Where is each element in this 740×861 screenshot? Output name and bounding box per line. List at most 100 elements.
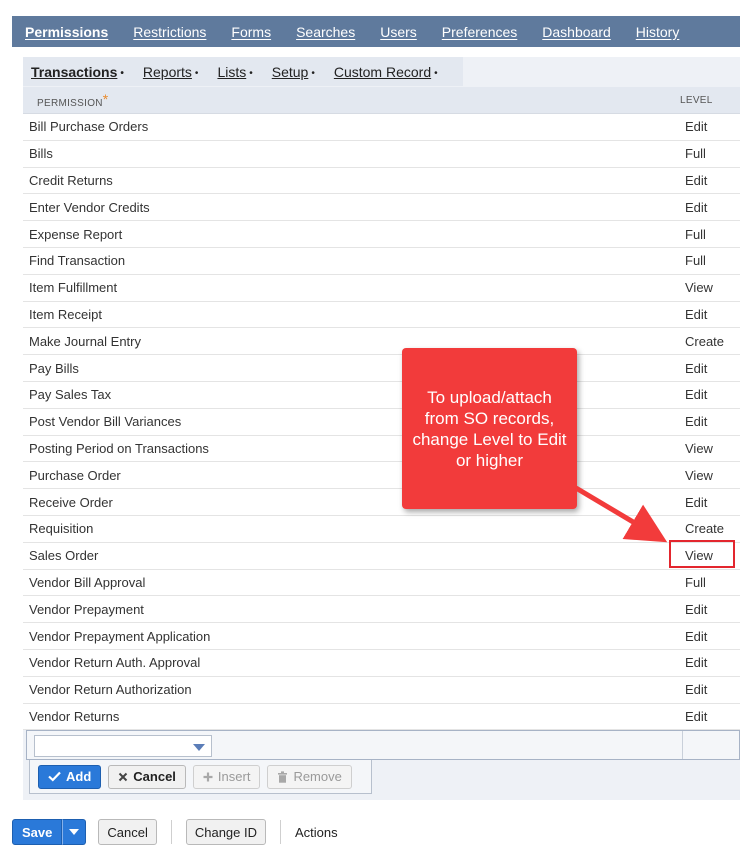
permission-cell: Enter Vendor Credits xyxy=(29,199,150,215)
table-row[interactable]: Item Receipt Edit xyxy=(23,301,740,329)
chevron-down-icon xyxy=(69,829,80,835)
cancel-row-button[interactable]: Cancel xyxy=(108,764,186,789)
form-button-bar: Save Cancel Change ID Actions xyxy=(12,818,338,846)
row-action-bar: Add Cancel Insert Remove xyxy=(29,760,372,794)
level-cell[interactable]: Full xyxy=(685,146,740,161)
remove-button[interactable]: Remove xyxy=(267,764,352,789)
level-cell[interactable]: Edit xyxy=(685,119,740,134)
change-id-button[interactable]: Change ID xyxy=(185,819,266,845)
bullet-icon: • xyxy=(311,67,315,79)
permission-cell: Vendor Prepayment Application xyxy=(29,628,211,644)
annotation-callout: To upload/attach from SO records, change… xyxy=(402,348,577,509)
column-header-level[interactable]: LEVEL xyxy=(680,95,740,106)
table-row[interactable]: Requisition Create xyxy=(23,515,740,543)
permission-cell: Pay Bills xyxy=(29,360,79,376)
permission-cell: Item Receipt xyxy=(29,306,102,322)
actions-menu[interactable]: Actions xyxy=(295,825,338,840)
level-cell[interactable]: View xyxy=(685,280,740,295)
tab-permissions[interactable]: Permissions xyxy=(25,24,108,40)
permissions-table: PERMISSION* LEVEL Bill Purchase Orders Ed… xyxy=(23,87,740,731)
level-cell[interactable]: Edit xyxy=(685,682,740,697)
save-button[interactable]: Save xyxy=(12,819,63,845)
table-row[interactable]: Vendor Prepayment Application Edit xyxy=(23,623,740,650)
level-cell[interactable]: Full xyxy=(685,253,740,268)
level-cell[interactable]: Full xyxy=(685,227,740,242)
subtab-transactions[interactable]: Transactions • xyxy=(31,64,124,80)
tab-users[interactable]: Users xyxy=(380,24,417,40)
level-cell[interactable]: Edit xyxy=(685,200,740,215)
table-row[interactable]: Enter Vendor Credits Edit xyxy=(23,194,740,222)
tab-searches[interactable]: Searches xyxy=(296,24,355,40)
permission-cell: Vendor Return Auth. Approval xyxy=(29,655,201,671)
level-cell[interactable]: Edit xyxy=(685,307,740,322)
level-cell[interactable]: Edit xyxy=(685,655,740,670)
level-cell[interactable]: Edit xyxy=(685,602,740,617)
level-cell[interactable]: Create xyxy=(685,521,740,536)
level-cell-divider xyxy=(682,731,683,759)
permission-cell: Bill Purchase Orders xyxy=(29,119,149,135)
table-row[interactable]: Post Vendor Bill Variances Edit xyxy=(23,408,740,436)
tab-history[interactable]: History xyxy=(636,24,680,40)
chevron-down-icon[interactable] xyxy=(193,744,205,751)
highlight-box xyxy=(669,540,735,568)
permission-cell: Post Vendor Bill Variances xyxy=(29,414,182,430)
table-row[interactable]: Sales Order View xyxy=(23,542,740,570)
permission-select[interactable] xyxy=(34,735,212,757)
tab-dashboard[interactable]: Dashboard xyxy=(542,24,611,40)
table-body: Bill Purchase Orders Edit Bills Full Credit … xyxy=(23,114,740,731)
subtab-lists[interactable]: Lists • xyxy=(217,64,252,80)
table-row[interactable]: Credit Returns Edit xyxy=(23,167,740,195)
add-button[interactable]: Add xyxy=(38,764,102,789)
table-row[interactable]: Purchase Order View xyxy=(23,462,740,490)
permission-cell: Receive Order xyxy=(29,494,113,510)
table-row[interactable]: Vendor Return Auth. Approval Edit xyxy=(23,649,740,677)
permission-cell: Vendor Prepayment xyxy=(29,601,144,617)
insert-button[interactable]: Insert xyxy=(192,764,261,789)
bullet-icon: • xyxy=(120,67,124,79)
table-row[interactable]: Vendor Return Authorization Edit xyxy=(23,676,740,704)
column-header-permission[interactable]: PERMISSION* xyxy=(23,91,680,109)
permission-cell: Posting Period on Transactions xyxy=(29,440,209,456)
table-row[interactable]: Bills Full xyxy=(23,140,740,168)
table-row[interactable]: Expense Report Full xyxy=(23,221,740,248)
level-cell[interactable]: Full xyxy=(685,575,740,590)
save-button-group: Save xyxy=(12,819,87,845)
table-row[interactable]: Vendor Prepayment Edit xyxy=(23,596,740,624)
trash-icon xyxy=(278,770,288,783)
divider xyxy=(280,820,281,844)
level-cell[interactable]: Edit xyxy=(685,173,740,188)
tab-restrictions[interactable]: Restrictions xyxy=(133,24,206,40)
permission-cell: Make Journal Entry xyxy=(29,333,141,349)
save-dropdown-button[interactable] xyxy=(62,819,87,845)
level-cell[interactable]: View xyxy=(685,468,740,483)
tab-forms[interactable]: Forms xyxy=(231,24,271,40)
level-cell[interactable]: Edit xyxy=(685,387,740,402)
subtab-custom-record[interactable]: Custom Record • xyxy=(334,64,438,80)
table-row[interactable]: Vendor Returns Edit xyxy=(23,703,740,731)
level-cell[interactable]: Edit xyxy=(685,495,740,510)
level-cell[interactable]: View xyxy=(685,441,740,456)
level-cell[interactable]: Create xyxy=(685,334,740,349)
table-row[interactable]: Find Transaction Full xyxy=(23,247,740,275)
level-cell[interactable]: Edit xyxy=(685,414,740,429)
subtab-reports[interactable]: Reports • xyxy=(143,64,199,80)
level-cell[interactable]: Edit xyxy=(685,361,740,376)
subtab-setup[interactable]: Setup • xyxy=(272,64,315,80)
table-row[interactable]: Posting Period on Transactions View xyxy=(23,435,740,463)
table-row[interactable]: Make Journal Entry Create xyxy=(23,328,740,356)
subtab-bar: Transactions • Reports • Lists • Setup • Custom … xyxy=(23,57,463,86)
permission-cell: Expense Report xyxy=(29,226,123,242)
table-row[interactable]: Item Fulfillment View xyxy=(23,274,740,302)
level-cell[interactable]: Edit xyxy=(685,709,740,724)
table-row[interactable]: Receive Order Edit xyxy=(23,489,740,516)
table-row[interactable]: Pay Sales Tax Edit xyxy=(23,381,740,409)
table-row[interactable]: Bill Purchase Orders Edit xyxy=(23,114,740,141)
table-row[interactable]: Pay Bills Edit xyxy=(23,355,740,382)
top-tab-bar: Permissions Restrictions Forms Searches User… xyxy=(12,16,740,47)
tab-preferences[interactable]: Preferences xyxy=(442,24,517,40)
permission-cell: Find Transaction xyxy=(29,253,126,269)
permission-cell: Vendor Return Authorization xyxy=(29,682,192,698)
table-row[interactable]: Vendor Bill Approval Full xyxy=(23,569,740,597)
cancel-button[interactable]: Cancel xyxy=(98,819,157,845)
level-cell[interactable]: Edit xyxy=(685,629,740,644)
